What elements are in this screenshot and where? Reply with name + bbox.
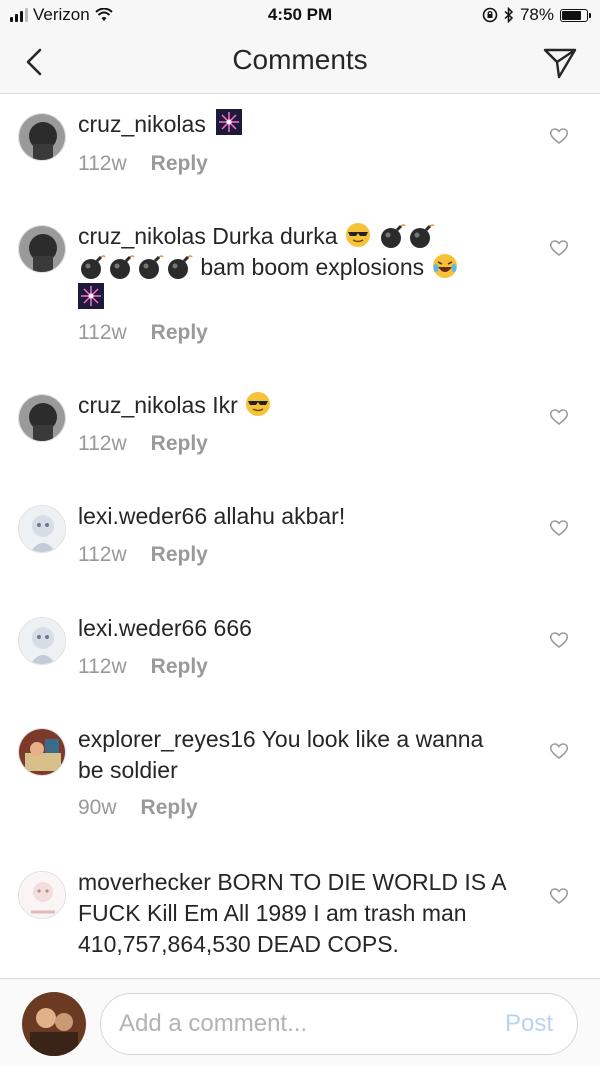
avatar[interactable]: [18, 394, 66, 442]
sunglasses-emoji-icon: [246, 392, 271, 416]
reply-button[interactable]: Reply: [151, 152, 208, 176]
page-title: Comments: [232, 44, 368, 75]
fireworks-emoji-icon: [78, 283, 104, 309]
comment-body: 666: [213, 615, 252, 641]
bomb-emoji-icon: [410, 224, 435, 248]
comment-username[interactable]: lexi.weder66: [78, 615, 207, 641]
comment-meta: 112w Reply: [78, 152, 208, 176]
status-bar: Verizon 4:50 PM 78%: [0, 0, 600, 30]
bomb-emoji-icon: [381, 224, 406, 248]
bomb-emoji-icon: [81, 255, 106, 279]
avatar[interactable]: [18, 871, 66, 919]
comment-input-placeholder: Add a comment...: [119, 1010, 308, 1037]
comment-input[interactable]: Add a comment... Post: [100, 993, 578, 1055]
post-button[interactable]: Post: [505, 1010, 553, 1038]
comment-text: moverhecker BORN TO DIE WORLD IS A FUCK …: [78, 867, 518, 960]
reply-button[interactable]: Reply: [151, 432, 208, 456]
comment-username[interactable]: cruz_nikolas: [78, 392, 206, 418]
comment-item: moverhecker BORN TO DIE WORLD IS A FUCK …: [0, 855, 600, 977]
bomb-emoji-icon: [110, 255, 135, 279]
comment-username[interactable]: cruz_nikolas: [78, 223, 206, 249]
comment-age: 112w: [78, 152, 127, 175]
comment-composer: Add a comment... Post: [0, 978, 600, 1066]
avatar[interactable]: [18, 728, 66, 776]
avatar[interactable]: [18, 225, 66, 273]
bomb-emoji-icon: [139, 255, 164, 279]
like-heart-icon[interactable]: [549, 631, 569, 649]
reply-button[interactable]: Reply: [141, 796, 198, 820]
comment-text: cruz_nikolas Durka durka bam boom explos…: [78, 221, 528, 314]
status-right: 78%: [482, 5, 591, 25]
avatar[interactable]: [18, 505, 66, 553]
bluetooth-icon: [504, 7, 514, 23]
comment-body: Durka durka: [212, 223, 338, 249]
comment-item: cruz_nikolas Ikr 112w Reply: [0, 378, 600, 488]
comment-username[interactable]: explorer_reyes16: [78, 726, 256, 752]
comment-age: 90w: [78, 796, 117, 819]
comment-meta: 112w Reply: [78, 432, 208, 456]
comment-text: cruz_nikolas: [78, 109, 528, 140]
comment-text: lexi.weder66 allahu akbar!: [78, 501, 528, 532]
like-heart-icon[interactable]: [549, 408, 569, 426]
comment-username[interactable]: moverhecker: [78, 869, 211, 895]
comment-text: cruz_nikolas Ikr: [78, 390, 528, 421]
reply-button[interactable]: Reply: [151, 321, 208, 345]
comment-age: 112w: [78, 543, 127, 566]
comment-username[interactable]: lexi.weder66: [78, 503, 207, 529]
laughing-tears-emoji-icon: [432, 254, 457, 278]
direct-send-icon[interactable]: [542, 46, 578, 80]
sunglasses-emoji-icon: [345, 223, 370, 247]
like-heart-icon[interactable]: [549, 127, 569, 145]
comment-age: 112w: [78, 321, 127, 344]
comment-meta: 112w Reply: [78, 321, 208, 345]
comment-item: lexi.weder66 666 112w Reply: [0, 601, 600, 711]
like-heart-icon[interactable]: [549, 887, 569, 905]
comment-text: lexi.weder66 666: [78, 613, 528, 644]
comment-item: explorer_reyes16 You look like a wanna b…: [0, 712, 600, 852]
rotation-lock-icon: [482, 7, 498, 23]
comment-meta: 90w Reply: [78, 796, 198, 820]
avatar[interactable]: [18, 113, 66, 161]
comment-meta: 112w Reply: [78, 655, 208, 679]
reply-button[interactable]: Reply: [151, 543, 208, 567]
comment-item: cruz_nikolas Durka durka bam boom explos…: [0, 207, 600, 377]
fireworks-emoji-icon: [216, 109, 243, 135]
reply-button[interactable]: Reply: [151, 655, 208, 679]
like-heart-icon[interactable]: [549, 742, 569, 760]
battery-icon: [560, 8, 591, 22]
avatar[interactable]: [18, 617, 66, 665]
like-heart-icon[interactable]: [549, 519, 569, 537]
battery-percent: 78%: [519, 5, 554, 24]
comment-body: Ikr: [212, 392, 238, 418]
like-heart-icon[interactable]: [549, 239, 569, 257]
nav-bar: Comments: [0, 30, 600, 94]
current-user-avatar: [22, 992, 86, 1056]
comment-meta: 112w Reply: [78, 543, 208, 567]
bomb-emoji-icon: [168, 255, 193, 279]
comment-body: bam boom explosions: [200, 254, 425, 280]
comment-text: explorer_reyes16 You look like a wanna b…: [78, 724, 498, 786]
comment-list[interactable]: cruz_nikolas 112w Reply cruz_nikolas Dur…: [0, 95, 600, 977]
comment-item: cruz_nikolas 112w Reply: [0, 95, 600, 205]
comment-age: 112w: [78, 655, 127, 678]
comment-body: allahu akbar!: [213, 503, 346, 529]
comment-item: lexi.weder66 allahu akbar! 112w Reply: [0, 489, 600, 599]
comment-username[interactable]: cruz_nikolas: [78, 111, 206, 137]
comment-age: 112w: [78, 432, 127, 455]
